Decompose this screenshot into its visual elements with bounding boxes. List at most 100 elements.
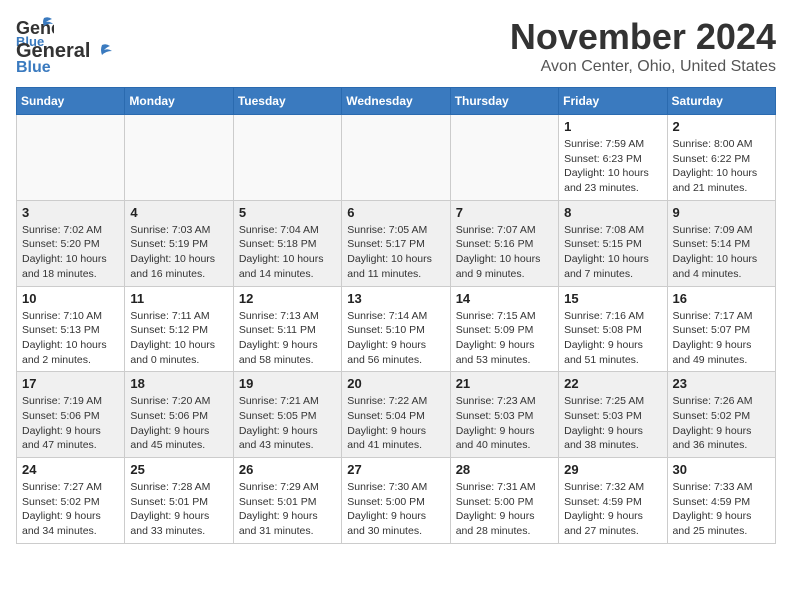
day-info: Sunrise: 7:59 AM Sunset: 6:23 PM Dayligh… — [564, 137, 661, 196]
day-info: Sunrise: 7:32 AM Sunset: 4:59 PM Dayligh… — [564, 480, 661, 539]
day-number: 14 — [456, 291, 553, 306]
day-number: 4 — [130, 205, 227, 220]
calendar-day-cell: 10 Sunrise: 7:10 AM Sunset: 5:13 PM Dayli… — [17, 286, 125, 372]
day-info: Sunrise: 7:27 AM Sunset: 5:02 PM Dayligh… — [22, 480, 119, 539]
day-number: 5 — [239, 205, 336, 220]
day-number: 1 — [564, 119, 661, 134]
day-info: Sunrise: 7:13 AM Sunset: 5:11 PM Dayligh… — [239, 309, 336, 368]
day-info: Sunrise: 7:28 AM Sunset: 5:01 PM Dayligh… — [130, 480, 227, 539]
day-number: 29 — [564, 462, 661, 477]
logo: General Blue General Blue — [16, 16, 114, 77]
calendar-day-cell: 19Sunrise: 7:21 AM Sunset: 5:05 PM Dayli… — [233, 372, 341, 458]
day-info: Sunrise: 7:02 AM Sunset: 5:20 PM Dayligh… — [22, 223, 119, 282]
weekday-header-wednesday: Wednesday — [342, 88, 450, 115]
day-number: 10 — [22, 291, 119, 306]
day-number: 9 — [673, 205, 770, 220]
day-number: 15 — [564, 291, 661, 306]
day-number: 25 — [130, 462, 227, 477]
calendar-day-cell: 5Sunrise: 7:04 AM Sunset: 5:18 PM Daylig… — [233, 200, 341, 286]
day-number: 27 — [347, 462, 444, 477]
weekday-header-friday: Friday — [559, 88, 667, 115]
calendar-day-cell: 12Sunrise: 7:13 AM Sunset: 5:11 PM Dayli… — [233, 286, 341, 372]
weekday-header-sunday: Sunday — [17, 88, 125, 115]
location: Avon Center, Ohio, United States — [510, 58, 776, 76]
calendar-day-cell: 13 Sunrise: 7:14 AM Sunset: 5:10 PM Dayli… — [342, 286, 450, 372]
weekday-header-thursday: Thursday — [450, 88, 558, 115]
calendar-day-cell: 14 Sunrise: 7:15 AM Sunset: 5:09 PM Dayli… — [450, 286, 558, 372]
calendar-day-cell: 6 Sunrise: 7:05 AM Sunset: 5:17 PM Daylig… — [342, 200, 450, 286]
calendar-day-cell: 20Sunrise: 7:22 AM Sunset: 5:04 PM Dayli… — [342, 372, 450, 458]
day-info: Sunrise: 7:07 AM Sunset: 5:16 PM Dayligh… — [456, 223, 553, 282]
logo-blue: Blue — [16, 59, 51, 76]
day-number: 17 — [22, 376, 119, 391]
calendar-day-cell: 9 Sunrise: 7:09 AM Sunset: 5:14 PM Daylig… — [667, 200, 775, 286]
day-info: Sunrise: 7:23 AM Sunset: 5:03 PM Dayligh… — [456, 394, 553, 453]
empty-cell — [125, 115, 233, 201]
calendar-week-row: 10 Sunrise: 7:10 AM Sunset: 5:13 PM Dayli… — [17, 286, 776, 372]
day-info: Sunrise: 7:30 AM Sunset: 5:00 PM Dayligh… — [347, 480, 444, 539]
day-info: Sunrise: 7:29 AM Sunset: 5:01 PM Dayligh… — [239, 480, 336, 539]
calendar-day-cell: 4Sunrise: 7:03 AM Sunset: 5:19 PM Daylig… — [125, 200, 233, 286]
logo-bird-icon — [92, 43, 114, 61]
calendar-day-cell: 17Sunrise: 7:19 AM Sunset: 5:06 PM Dayli… — [17, 372, 125, 458]
calendar-day-cell: 26 Sunrise: 7:29 AM Sunset: 5:01 PM Dayli… — [233, 458, 341, 544]
day-number: 24 — [22, 462, 119, 477]
calendar-day-cell: 1 Sunrise: 7:59 AM Sunset: 6:23 PM Daylig… — [559, 115, 667, 201]
day-info: Sunrise: 7:16 AM Sunset: 5:08 PM Dayligh… — [564, 309, 661, 368]
day-number: 3 — [22, 205, 119, 220]
day-info: Sunrise: 7:15 AM Sunset: 5:09 PM Dayligh… — [456, 309, 553, 368]
day-number: 7 — [456, 205, 553, 220]
calendar-day-cell: 30 Sunrise: 7:33 AM Sunset: 4:59 PM Dayli… — [667, 458, 775, 544]
calendar-day-cell: 24 Sunrise: 7:27 AM Sunset: 5:02 PM Dayli… — [17, 458, 125, 544]
empty-cell — [342, 115, 450, 201]
day-info: Sunrise: 7:33 AM Sunset: 4:59 PM Dayligh… — [673, 480, 770, 539]
calendar-week-row: 24 Sunrise: 7:27 AM Sunset: 5:02 PM Dayli… — [17, 458, 776, 544]
day-info: Sunrise: 7:09 AM Sunset: 5:14 PM Dayligh… — [673, 223, 770, 282]
day-info: Sunrise: 7:14 AM Sunset: 5:10 PM Dayligh… — [347, 309, 444, 368]
day-number: 19 — [239, 376, 336, 391]
day-info: Sunrise: 7:10 AM Sunset: 5:13 PM Dayligh… — [22, 309, 119, 368]
empty-cell — [233, 115, 341, 201]
day-number: 18 — [130, 376, 227, 391]
day-number: 28 — [456, 462, 553, 477]
day-number: 26 — [239, 462, 336, 477]
day-info: Sunrise: 7:08 AM Sunset: 5:15 PM Dayligh… — [564, 223, 661, 282]
calendar-day-cell: 15 Sunrise: 7:16 AM Sunset: 5:08 PM Dayli… — [559, 286, 667, 372]
calendar-day-cell: 3 Sunrise: 7:02 AM Sunset: 5:20 PM Daylig… — [17, 200, 125, 286]
calendar-day-cell: 23Sunrise: 7:26 AM Sunset: 5:02 PM Dayli… — [667, 372, 775, 458]
day-info: Sunrise: 7:20 AM Sunset: 5:06 PM Dayligh… — [130, 394, 227, 453]
day-number: 22 — [564, 376, 661, 391]
calendar-day-cell: 11 Sunrise: 7:11 AM Sunset: 5:12 PM Dayli… — [125, 286, 233, 372]
weekday-header-monday: Monday — [125, 88, 233, 115]
day-info: Sunrise: 7:05 AM Sunset: 5:17 PM Dayligh… — [347, 223, 444, 282]
day-info: Sunrise: 7:31 AM Sunset: 5:00 PM Dayligh… — [456, 480, 553, 539]
day-number: 21 — [456, 376, 553, 391]
day-number: 6 — [347, 205, 444, 220]
day-info: Sunrise: 7:25 AM Sunset: 5:03 PM Dayligh… — [564, 394, 661, 453]
day-info: Sunrise: 7:17 AM Sunset: 5:07 PM Dayligh… — [673, 309, 770, 368]
title-block: November 2024 Avon Center, Ohio, United … — [510, 16, 776, 76]
weekday-header-row: SundayMondayTuesdayWednesdayThursdayFrid… — [17, 88, 776, 115]
calendar-week-row: 1 Sunrise: 7:59 AM Sunset: 6:23 PM Daylig… — [17, 115, 776, 201]
calendar-day-cell: 7 Sunrise: 7:07 AM Sunset: 5:16 PM Daylig… — [450, 200, 558, 286]
month-title: November 2024 — [510, 16, 776, 58]
day-info: Sunrise: 8:00 AM Sunset: 6:22 PM Dayligh… — [673, 137, 770, 196]
day-info: Sunrise: 7:11 AM Sunset: 5:12 PM Dayligh… — [130, 309, 227, 368]
day-number: 11 — [130, 291, 227, 306]
calendar-day-cell: 29 Sunrise: 7:32 AM Sunset: 4:59 PM Dayli… — [559, 458, 667, 544]
calendar-week-row: 3 Sunrise: 7:02 AM Sunset: 5:20 PM Daylig… — [17, 200, 776, 286]
day-info: Sunrise: 7:22 AM Sunset: 5:04 PM Dayligh… — [347, 394, 444, 453]
calendar-table: SundayMondayTuesdayWednesdayThursdayFrid… — [16, 87, 776, 544]
day-number: 30 — [673, 462, 770, 477]
calendar-day-cell: 18 Sunrise: 7:20 AM Sunset: 5:06 PM Dayli… — [125, 372, 233, 458]
weekday-header-tuesday: Tuesday — [233, 88, 341, 115]
empty-cell — [450, 115, 558, 201]
calendar-day-cell: 25 Sunrise: 7:28 AM Sunset: 5:01 PM Dayli… — [125, 458, 233, 544]
day-info: Sunrise: 7:26 AM Sunset: 5:02 PM Dayligh… — [673, 394, 770, 453]
calendar-day-cell: 27 Sunrise: 7:30 AM Sunset: 5:00 PM Dayli… — [342, 458, 450, 544]
weekday-header-saturday: Saturday — [667, 88, 775, 115]
day-number: 13 — [347, 291, 444, 306]
calendar-week-row: 17Sunrise: 7:19 AM Sunset: 5:06 PM Dayli… — [17, 372, 776, 458]
calendar-day-cell: 16 Sunrise: 7:17 AM Sunset: 5:07 PM Dayli… — [667, 286, 775, 372]
day-number: 16 — [673, 291, 770, 306]
